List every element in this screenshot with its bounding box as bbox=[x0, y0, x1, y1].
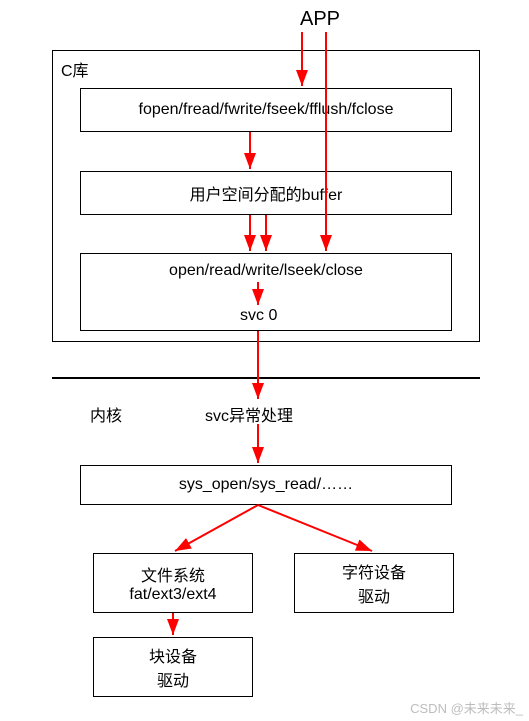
chardev-title: 字符设备 bbox=[342, 559, 406, 583]
fs-title: 文件系统 bbox=[141, 562, 205, 586]
clib-label: C库 bbox=[61, 57, 89, 81]
clib-funcs-box: fopen/fread/fwrite/fseek/fflush/fclose bbox=[80, 88, 452, 132]
user-kernel-divider bbox=[52, 377, 480, 379]
clib-funcs-text: fopen/fread/fwrite/fseek/fflush/fclose bbox=[139, 101, 394, 119]
svc-handler-label: svc异常处理 bbox=[205, 402, 293, 426]
svc0-label: svc 0 bbox=[240, 307, 277, 325]
chardev-drv: 驱动 bbox=[358, 583, 390, 607]
user-buffer-box: 用户空间分配的buffer bbox=[80, 171, 452, 215]
kernel-label: 内核 bbox=[90, 402, 122, 426]
chardev-box: 字符设备 驱动 bbox=[294, 553, 454, 613]
blkdev-drv: 驱动 bbox=[157, 667, 189, 691]
fs-box: 文件系统 fat/ext3/ext4 bbox=[93, 553, 253, 613]
sys-funcs-text: sys_open/sys_read/…… bbox=[179, 476, 353, 494]
watermark: CSDN @未来未来_ bbox=[410, 698, 523, 717]
app-label: APP bbox=[300, 8, 340, 31]
syscalls-text: open/read/write/lseek/close bbox=[169, 262, 363, 280]
blkdev-box: 块设备 驱动 bbox=[93, 637, 253, 697]
user-buffer-text: 用户空间分配的buffer bbox=[190, 181, 343, 205]
blkdev-title: 块设备 bbox=[149, 643, 197, 667]
fs-list: fat/ext3/ext4 bbox=[129, 586, 216, 604]
sys-funcs-box: sys_open/sys_read/…… bbox=[80, 465, 452, 505]
